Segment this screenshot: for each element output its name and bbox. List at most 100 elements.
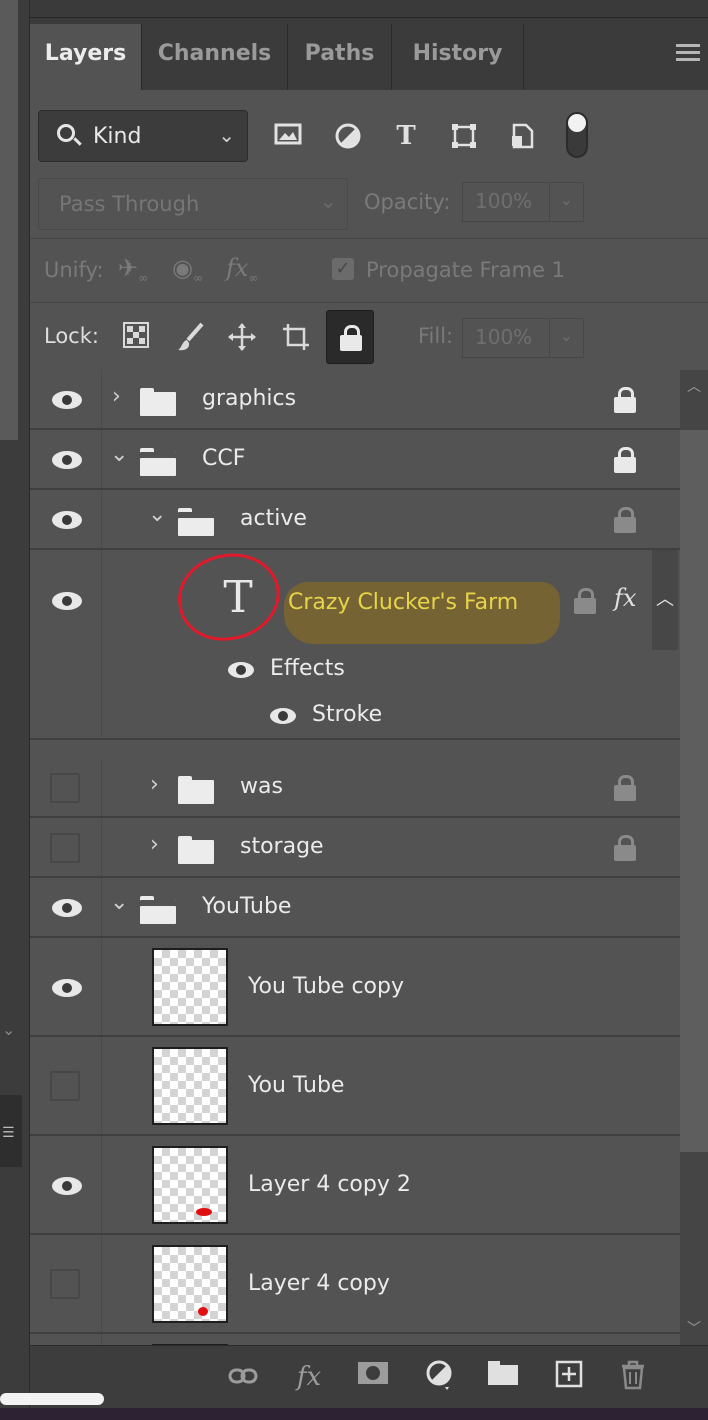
layers-panel: Layers Channels Paths History Kind ⌄ T P… [30, 18, 708, 1408]
fx-icon[interactable]: fx [614, 584, 636, 612]
layer-name[interactable]: CCF [202, 446, 245, 471]
tab-channels[interactable]: Channels [142, 24, 288, 90]
new-fill-adjustment-icon[interactable] [422, 1360, 456, 1394]
link-layers-icon[interactable] [226, 1360, 260, 1394]
layer-row-active[interactable]: ⌄ active [30, 490, 680, 550]
eye-icon[interactable] [52, 592, 82, 610]
tab-paths[interactable]: Paths [288, 24, 392, 90]
layer-row-graphics[interactable]: › graphics [30, 370, 680, 430]
opacity-field[interactable]: 100% ⌄ [462, 182, 584, 222]
layer-name[interactable]: was [240, 774, 283, 799]
lock-artboard-icon[interactable] [280, 322, 312, 354]
layer-list-scrollbar[interactable]: ︿ ﹀ [680, 370, 708, 1345]
fill-dropdown-icon[interactable]: ⌄ [549, 319, 583, 357]
open-folder-icon [178, 508, 214, 536]
layer-row-you-tube-copy[interactable]: You Tube copy [30, 938, 680, 1037]
effects-label: Effects [270, 656, 345, 681]
layer-row-was[interactable]: › was [30, 758, 680, 818]
layer-name[interactable]: Crazy Clucker's Farm [288, 590, 518, 615]
layer-row-layer-4-copy[interactable]: Layer 4 copy [30, 1235, 680, 1334]
scroll-up-icon[interactable]: ︿ [687, 376, 701, 396]
propagate-frame-checkbox[interactable]: ✓ [332, 258, 354, 280]
eye-icon[interactable] [52, 511, 82, 529]
panel-tab-bar: Layers Channels Paths History [30, 18, 708, 90]
visibility-toggle[interactable] [50, 833, 80, 863]
divider [30, 302, 708, 303]
stroke-effect-label[interactable]: Stroke [312, 702, 382, 727]
layer-name[interactable]: You Tube copy [248, 974, 404, 999]
tab-layers[interactable]: Layers [30, 24, 142, 90]
lock-icon [574, 588, 596, 614]
delete-layer-icon[interactable] [616, 1360, 650, 1394]
layer-row-partial[interactable] [30, 1334, 680, 1345]
layer-name[interactable]: storage [240, 834, 324, 859]
chevron-down-icon[interactable]: ⌄ [110, 890, 128, 915]
menu-icon: ☰ [2, 1125, 15, 1141]
chevron-right-icon[interactable]: › [150, 772, 159, 797]
layer-name[interactable]: active [240, 506, 307, 531]
tab-history[interactable]: History [392, 24, 524, 90]
unify-style-icon[interactable]: fx∞ [226, 254, 258, 285]
scrollbar-thumb[interactable] [680, 430, 708, 1152]
blend-mode-select[interactable]: Pass Through ⌄ [38, 178, 348, 230]
filter-toggle[interactable] [566, 112, 588, 158]
collapse-effects-icon[interactable]: ︿ [652, 550, 678, 650]
new-group-icon[interactable] [486, 1360, 520, 1394]
unify-position-icon[interactable]: ✈∞ [118, 254, 148, 285]
left-chevron-icon[interactable]: ⌄ [2, 1020, 15, 1039]
chevron-right-icon[interactable]: › [150, 832, 159, 857]
visibility-toggle[interactable] [50, 773, 80, 803]
chevron-down-icon[interactable]: ⌄ [148, 502, 166, 527]
adjustment-layer-filter-icon[interactable] [334, 122, 362, 150]
horizontal-scrollbar[interactable] [0, 1393, 104, 1405]
layer-row-ccf[interactable]: ⌄ CCF [30, 430, 680, 490]
opacity-dropdown-icon[interactable]: ⌄ [549, 183, 583, 221]
chevron-down-icon: ⌄ [218, 123, 235, 147]
lock-position-icon[interactable] [226, 322, 258, 354]
scroll-down-icon[interactable]: ﹀ [687, 1318, 701, 1338]
chevron-down-icon[interactable]: ⌄ [110, 442, 128, 467]
visibility-column [30, 938, 102, 1035]
left-panel-scrollbar[interactable] [0, 0, 18, 440]
fill-field[interactable]: 100% ⌄ [462, 318, 584, 358]
annotation-circle [172, 547, 286, 647]
type-layer-filter-icon[interactable]: T [392, 122, 420, 150]
layer-name[interactable]: Layer 4 copy 2 [248, 1172, 411, 1197]
left-panel-menu[interactable]: ☰ [0, 1095, 22, 1167]
visibility-column [30, 818, 102, 876]
eye-icon[interactable] [52, 391, 82, 409]
chevron-down-icon: ⌄ [319, 189, 337, 213]
new-layer-icon[interactable] [552, 1360, 586, 1394]
pixel-layer-filter-icon[interactable] [274, 122, 302, 150]
add-style-icon[interactable]: fx [292, 1360, 326, 1394]
layer-name[interactable]: graphics [202, 386, 296, 411]
eye-icon[interactable] [52, 899, 82, 917]
layer-row-storage[interactable]: › storage [30, 818, 680, 878]
panel-menu-icon[interactable] [676, 44, 700, 62]
eye-icon[interactable] [52, 979, 82, 997]
unify-visibility-icon[interactable]: ◉∞ [172, 254, 203, 285]
visibility-column [30, 370, 102, 428]
eye-icon[interactable] [52, 1177, 82, 1195]
stroke-eye-icon[interactable] [270, 708, 296, 724]
layer-list: › graphics ⌄ CCF ⌄ active T Crazy Clucke… [30, 370, 680, 1345]
add-mask-icon[interactable] [356, 1360, 390, 1394]
layer-name[interactable]: Layer 4 copy [248, 1271, 390, 1296]
lock-all-button[interactable] [326, 310, 374, 364]
layer-name[interactable]: You Tube [248, 1073, 344, 1098]
filter-kind-select[interactable]: Kind ⌄ [38, 110, 248, 162]
layer-row-you-tube[interactable]: You Tube [30, 1037, 680, 1136]
layer-row-crazy-cluckers-farm[interactable]: T Crazy Clucker's Farm fx ︿ Effects Stro… [30, 547, 680, 740]
chevron-right-icon[interactable]: › [112, 384, 121, 409]
lock-transparent-pixels-icon[interactable] [120, 322, 152, 354]
visibility-toggle[interactable] [50, 1269, 80, 1299]
layer-row-layer-4-copy-2[interactable]: Layer 4 copy 2 [30, 1136, 680, 1235]
visibility-toggle[interactable] [50, 1071, 80, 1101]
layer-name[interactable]: YouTube [202, 894, 291, 919]
eye-icon[interactable] [52, 451, 82, 469]
smart-object-filter-icon[interactable] [508, 122, 536, 150]
lock-image-pixels-icon[interactable] [174, 322, 206, 354]
shape-layer-filter-icon[interactable] [450, 122, 478, 150]
layer-row-youtube[interactable]: ⌄ YouTube [30, 878, 680, 938]
effects-eye-icon[interactable] [228, 662, 254, 678]
